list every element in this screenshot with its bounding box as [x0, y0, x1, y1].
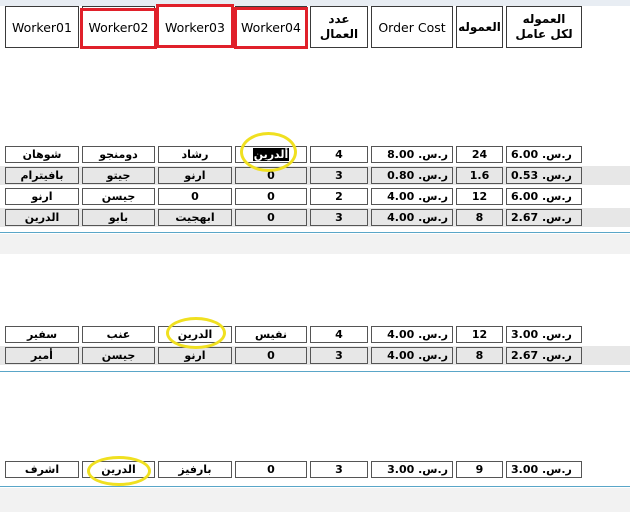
cell-worker03[interactable]: ابهجيت — [158, 209, 232, 226]
header-order-cost[interactable]: Order Cost — [371, 6, 453, 48]
cell-commission-per-worker[interactable]: ر.س. 2.67 — [506, 347, 582, 364]
cell-commission-per-worker[interactable]: ر.س. 3.00 — [506, 461, 582, 478]
cell-order-cost[interactable]: ر.س. 0.80 — [371, 167, 453, 184]
cell-worker03[interactable]: ارنو — [158, 167, 232, 184]
cell-worker01[interactable]: الدرين — [5, 209, 79, 226]
spacer-band — [0, 234, 630, 254]
header-commission-per-worker[interactable]: العموله لكل عامل — [506, 6, 582, 48]
cell-commission[interactable]: 12 — [456, 326, 503, 343]
cell-commission[interactable]: 8 — [456, 347, 503, 364]
cell-commission-per-worker[interactable]: ر.س. 3.00 — [506, 326, 582, 343]
cell-worker04[interactable]: 0 — [235, 188, 307, 205]
table-row: بافيترام جيتو ارنو 0 3 ر.س. 0.80 1.6 ر.س… — [0, 166, 630, 185]
cell-worker02[interactable]: دومنجو — [82, 146, 155, 163]
cell-workers-count[interactable]: 3 — [310, 347, 368, 364]
cell-worker04[interactable]: نفيس — [235, 326, 307, 343]
cell-worker04[interactable]: 0 — [235, 209, 307, 226]
annotation-box-worker02 — [80, 8, 157, 49]
cell-workers-count[interactable]: 3 — [310, 209, 368, 226]
table-row: شوهان دومنجو رشاد ألدرين 4 ر.س. 8.00 24 … — [0, 145, 630, 164]
cell-commission[interactable]: 1.6 — [456, 167, 503, 184]
cell-commission[interactable]: 8 — [456, 209, 503, 226]
table-row: سفير عنب الدرين نفيس 4 ر.س. 4.00 12 ر.س.… — [0, 325, 630, 344]
cell-commission[interactable]: 12 — [456, 188, 503, 205]
annotation-box-worker04 — [234, 7, 308, 49]
cell-worker02[interactable]: بابو — [82, 209, 155, 226]
cell-worker02[interactable]: عنب — [82, 326, 155, 343]
annotation-circle — [166, 317, 226, 349]
cell-commission-per-worker[interactable]: ر.س. 2.67 — [506, 209, 582, 226]
header-worker01[interactable]: Worker01 — [5, 6, 79, 48]
cell-workers-count[interactable]: 2 — [310, 188, 368, 205]
cell-worker04[interactable]: 0 — [235, 461, 307, 478]
spacer-band — [0, 488, 630, 512]
cell-worker02[interactable]: جيسن — [82, 347, 155, 364]
header-commission[interactable]: العموله — [456, 6, 503, 48]
cell-worker03[interactable]: رشاد — [158, 146, 232, 163]
cell-worker03[interactable]: 0 — [158, 188, 232, 205]
cell-worker01[interactable]: شوهان — [5, 146, 79, 163]
cell-order-cost[interactable]: ر.س. 4.00 — [371, 326, 453, 343]
table-row: أمير جيسن ارنو 0 3 ر.س. 4.00 8 ر.س. 2.67 — [0, 346, 630, 365]
cell-workers-count[interactable]: 4 — [310, 326, 368, 343]
cell-workers-count[interactable]: 3 — [310, 461, 368, 478]
cell-worker01[interactable]: أمير — [5, 347, 79, 364]
header-workers-count[interactable]: عدد العمال — [310, 6, 368, 48]
cell-worker01[interactable]: سفير — [5, 326, 79, 343]
group-divider — [0, 486, 630, 487]
cell-worker02[interactable]: جيسن — [82, 188, 155, 205]
cell-order-cost[interactable]: ر.س. 4.00 — [371, 188, 453, 205]
cell-commission[interactable]: 24 — [456, 146, 503, 163]
table-row: الدرين بابو ابهجيت 0 3 ر.س. 4.00 8 ر.س. … — [0, 208, 630, 227]
cell-worker01[interactable]: ارنو — [5, 188, 79, 205]
annotation-circle — [240, 132, 297, 172]
annotation-circle — [87, 456, 151, 486]
cell-worker03[interactable]: ارنو — [158, 347, 232, 364]
cell-order-cost[interactable]: ر.س. 8.00 — [371, 146, 453, 163]
cell-commission-per-worker[interactable]: ر.س. 6.00 — [506, 188, 582, 205]
group-divider — [0, 232, 630, 233]
group-divider — [0, 371, 630, 372]
annotation-box-worker03 — [156, 4, 234, 48]
cell-commission-per-worker[interactable]: ر.س. 0.53 — [506, 167, 582, 184]
cell-worker01[interactable]: بافيترام — [5, 167, 79, 184]
cell-worker03[interactable]: بارفيز — [158, 461, 232, 478]
cell-worker01[interactable]: اشرف — [5, 461, 79, 478]
cell-commission[interactable]: 9 — [456, 461, 503, 478]
table-row: ارنو جيسن 0 0 2 ر.س. 4.00 12 ر.س. 6.00 — [0, 187, 630, 206]
cell-commission-per-worker[interactable]: ر.س. 6.00 — [506, 146, 582, 163]
cell-worker04[interactable]: 0 — [235, 347, 307, 364]
cell-order-cost[interactable]: ر.س. 3.00 — [371, 461, 453, 478]
cell-order-cost[interactable]: ر.س. 4.00 — [371, 209, 453, 226]
cell-workers-count[interactable]: 4 — [310, 146, 368, 163]
cell-order-cost[interactable]: ر.س. 4.00 — [371, 347, 453, 364]
cell-workers-count[interactable]: 3 — [310, 167, 368, 184]
cell-worker02[interactable]: جيتو — [82, 167, 155, 184]
